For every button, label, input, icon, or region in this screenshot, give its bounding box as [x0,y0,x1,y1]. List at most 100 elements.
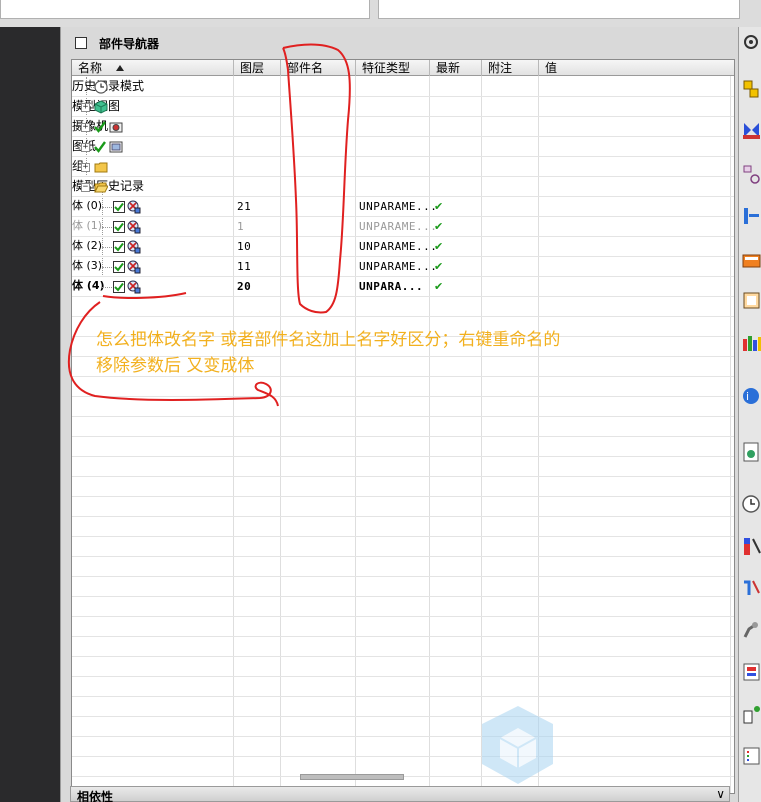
cell-layer: 1 [237,220,245,233]
visibility-checkbox-icon[interactable] [113,281,125,293]
clock-icon [94,80,108,94]
check-mark-icon [94,121,106,133]
empty-table-row [72,497,734,517]
tree-row-body-1[interactable]: 体 (1) 1 UNPARAME... ✔ [72,217,734,237]
column-header-value[interactable]: 值 [539,60,734,76]
constraint-navigator-icon[interactable] [741,119,761,141]
part-navigator-panel: 部件导航器 名称 图层 部件名 特征类型 最新 附注 值 历史记录模式 + + … [60,27,738,802]
empty-table-row [72,597,734,617]
process-studio-icon[interactable] [741,441,761,463]
panel-pin-checkbox[interactable] [75,37,87,49]
cell-feature-type: UNPARAME... [359,200,438,213]
cell-feature-type: UNPARAME... [359,220,438,233]
expand-plus-icon[interactable]: + [81,103,90,112]
tree-row-history-mode[interactable]: 历史记录模式 [72,77,734,97]
web-browser-icon[interactable] [741,289,761,311]
column-header-latest[interactable]: 最新 [430,60,482,76]
camera-icon [109,122,123,133]
analysis-icon[interactable] [741,577,761,599]
column-header-attach[interactable]: 附注 [482,60,539,76]
tree-row-cameras[interactable]: + 摄像机 [72,117,734,137]
folder-open-icon [94,182,108,193]
tree-row-body-0[interactable]: 体 (0) 21 UNPARAME... ✔ [72,197,734,217]
clock-icon[interactable] [741,493,761,515]
navigator-table: 名称 图层 部件名 特征类型 最新 附注 值 历史记录模式 + + 摄像机 + … [71,59,735,794]
reuse-library-icon[interactable] [741,205,761,227]
empty-table-row [72,657,734,677]
body-feature-icon [127,220,141,234]
cell-feature-type: UNPARA... [359,280,424,293]
cell-latest: ✔ [434,280,444,293]
expand-plus-icon[interactable]: + [81,163,90,172]
palette-icon[interactable] [741,703,761,725]
system-materials-icon[interactable]: i [741,385,761,407]
cell-latest: ✔ [434,200,444,213]
chevron-down-icon[interactable]: ∨ [716,787,725,801]
top-input-right[interactable] [378,0,740,19]
tree-label: 体 (1) [72,219,103,232]
cell-latest: ✔ [434,240,444,253]
tree-row-body-2[interactable]: 体 (2) 10 UNPARAME... ✔ [72,237,734,257]
column-header-name[interactable]: 名称 [72,60,234,76]
empty-table-row [72,557,734,577]
tree-row-model-history[interactable]: − 模型历史记录 [72,177,734,197]
visibility-checkbox-icon[interactable] [113,241,125,253]
empty-table-row [72,517,734,537]
part-navigator-icon[interactable] [741,163,761,185]
check-mark-icon [94,141,106,153]
empty-table-row [72,457,734,477]
cell-feature-type: UNPARAME... [359,240,438,253]
body-feature-icon [127,280,141,294]
body-feature-icon [127,240,141,254]
column-header-layer[interactable]: 图层 [234,60,281,76]
tree-row-groups[interactable]: + 组 [72,157,734,177]
app-top-bar [0,0,761,27]
expand-plus-icon[interactable]: + [81,143,90,152]
model-view-icon [94,100,108,114]
drawing-icon [109,141,123,153]
table-header: 名称 图层 部件名 特征类型 最新 附注 值 [72,60,734,76]
empty-table-row [72,677,734,697]
visibility-checkbox-icon[interactable] [113,261,125,273]
cell-layer: 21 [237,200,252,213]
visibility-checkbox-icon[interactable] [113,201,125,213]
tree-row-body-3[interactable]: 体 (3) 11 UNPARAME... ✔ [72,257,734,277]
empty-table-row [72,377,734,397]
assembly-navigator-icon[interactable] [741,79,761,101]
empty-table-row [72,397,734,417]
empty-table-row [72,637,734,657]
empty-table-row [72,617,734,637]
dependencies-label: 相依性 [77,790,114,802]
tree-label: 历史记录模式 [72,79,145,93]
cell-feature-type: UNPARAME... [359,260,438,273]
expand-plus-icon[interactable]: + [81,123,90,132]
column-header-part-name[interactable]: 部件名 [281,60,356,76]
panel-splitter[interactable] [300,774,404,780]
column-header-feature-type[interactable]: 特征类型 [356,60,430,76]
hd3d-tools-icon[interactable] [741,249,761,271]
tree-row-body-4[interactable]: 体 (4) 20 UNPARA... ✔ [72,277,734,297]
empty-table-row [72,437,734,457]
cell-layer: 11 [237,260,252,273]
cell-layer: 10 [237,240,252,253]
roles-icon[interactable] [741,535,761,557]
gear-icon[interactable] [741,31,761,53]
robot-arm-icon[interactable] [741,619,761,641]
graphics-window-edge [0,27,60,802]
folder-icon [94,162,108,173]
list-icon[interactable] [741,745,761,767]
watermark-logo [482,706,553,784]
tree-row-model-views[interactable]: + 模型视图 [72,97,734,117]
annotation-question: 怎么把体改名字 或者部件名这加上名字好区分；右键重命名的 移除参数后 又变成体 [96,327,696,379]
collapse-minus-icon[interactable]: − [81,183,90,192]
top-input-left[interactable] [0,0,370,19]
tree-row-drawings[interactable]: + 图纸 [72,137,734,157]
history-palette-icon[interactable] [741,331,761,353]
empty-table-row [72,577,734,597]
visibility-checkbox-icon[interactable] [113,221,125,233]
visual-report-icon[interactable] [741,661,761,683]
tree-label: 体 (2) [72,239,103,252]
body-feature-icon [127,200,141,214]
dependencies-section-header[interactable]: 相依性 ∨ [70,786,730,802]
empty-table-row [72,537,734,557]
